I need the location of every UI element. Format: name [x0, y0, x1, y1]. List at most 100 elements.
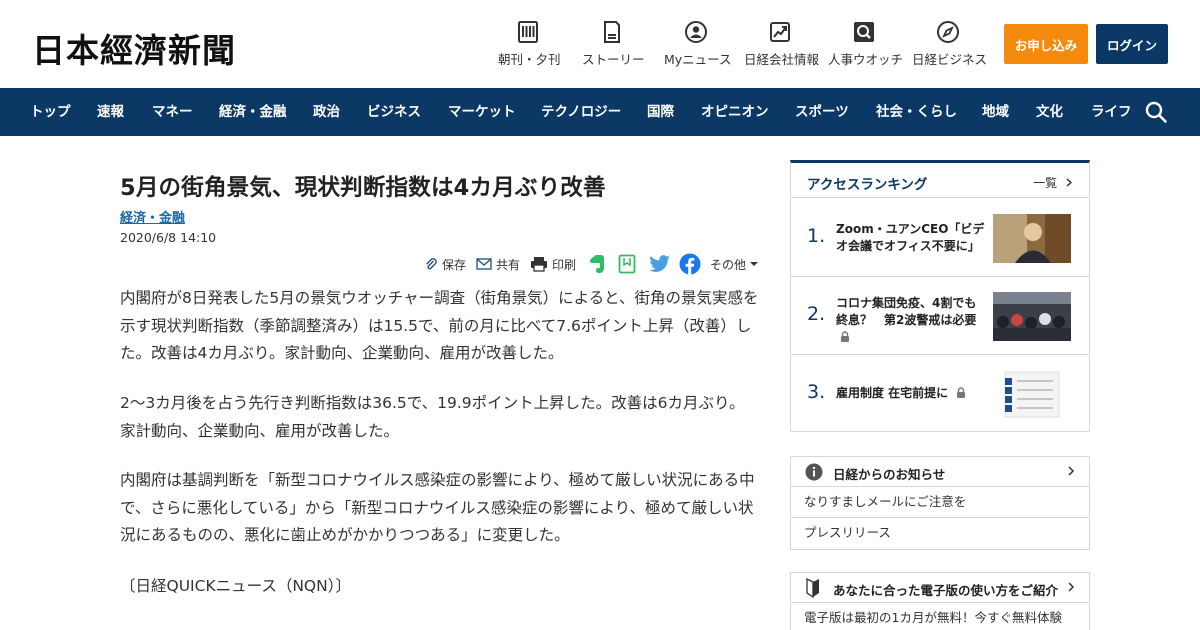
magnifier-person-icon: [854, 22, 874, 42]
service-morning-evening[interactable]: 朝刊・夕刊: [498, 20, 561, 70]
nav-item-opinion[interactable]: オピニオン: [701, 88, 769, 136]
ranking-number: 1.: [807, 225, 826, 247]
service-story[interactable]: ストーリー: [582, 20, 645, 70]
document-icon: [604, 21, 620, 43]
info-icon: [805, 463, 823, 481]
print-label: 印刷: [552, 257, 577, 272]
service-nikkei-business[interactable]: 日経ビジネス: [912, 20, 988, 70]
login-button[interactable]: ログイン: [1096, 24, 1168, 64]
nav-item-breaking[interactable]: 速報: [97, 88, 124, 136]
ranking-item[interactable]: 3. 雇用制度 在宅前提に: [791, 355, 1089, 433]
ranking-headline: 雇用制度 在宅前提に: [836, 385, 1006, 402]
mail-icon: [476, 258, 492, 270]
nav-item-top[interactable]: トップ: [30, 88, 71, 136]
nav-item-international[interactable]: 国際: [647, 88, 674, 136]
ranking-item[interactable]: 2. コロナ集団免疫、4割でも終息？ 第2波警戒は必要: [791, 277, 1089, 355]
user-icon: [685, 21, 707, 43]
ranking-number: 2.: [807, 303, 826, 325]
article-title: 5月の街角景気、現状判断指数は4カ月ぶり改善: [120, 175, 606, 201]
service-company-info[interactable]: 日経会社情報: [744, 20, 820, 70]
ranking-more-label: 一覧: [1033, 176, 1058, 190]
nav-item-economy[interactable]: 経済・金融: [219, 88, 287, 136]
nav-item-life[interactable]: ライフ: [1091, 88, 1132, 136]
more-share-button[interactable]: その他: [710, 254, 763, 274]
ranking-thumbnail: [993, 370, 1071, 419]
digital-guide-box: あなたに合った電子版の使い方をご紹介 電子版は最初の1カ月が無料！今すぐ無料体験: [790, 572, 1090, 630]
more-label: その他: [710, 257, 747, 272]
nikkei-notice-box: 日経からのお知らせ なりすましメールにご注意を プレスリリース: [790, 456, 1090, 550]
ranking-title: アクセスランキング: [807, 177, 928, 193]
ranking-number: 3.: [807, 381, 826, 403]
chevron-right-icon: [1068, 582, 1075, 592]
nav-item-politics[interactable]: 政治: [313, 88, 340, 136]
access-ranking: アクセスランキング 一覧 1. Zoom・ユアンCEO「ビデオ会議でオフィス不要…: [790, 160, 1090, 432]
twitter-button[interactable]: [649, 254, 675, 274]
search-icon[interactable]: [1144, 100, 1168, 124]
apply-button[interactable]: お申し込み: [1004, 24, 1088, 64]
notice-item[interactable]: なりすましメールにご注意を: [791, 487, 1089, 518]
nav-item-technology[interactable]: テクノロジー: [541, 88, 621, 136]
evernote-icon: [590, 255, 604, 273]
ranking-headline-text: 雇用制度 在宅前提に: [836, 386, 949, 400]
article-category-link[interactable]: 経済・金融: [120, 207, 185, 226]
site-logo[interactable]: 日本經濟新聞: [32, 24, 236, 72]
caret-down-icon: [750, 262, 759, 266]
service-label: 人事ウオッチ: [828, 52, 904, 67]
chevron-right-icon: [1068, 466, 1075, 476]
service-label: ストーリー: [582, 52, 645, 67]
notice-item[interactable]: プレスリリース: [791, 518, 1089, 549]
printer-icon: [531, 257, 547, 272]
bookmark-clip-icon: [618, 254, 636, 274]
share-label: 共有: [496, 257, 521, 272]
ranking-headline: Zoom・ユアンCEO「ビデオ会議でオフィス不要に」: [836, 222, 985, 253]
article-toolbar: 保存 共有 印刷 その他: [420, 250, 760, 278]
guide-item[interactable]: 電子版は最初の1カ月が無料！今すぐ無料体験: [791, 603, 1089, 630]
service-label: 日経ビジネス: [912, 52, 988, 67]
ranking-thumbnail: [993, 214, 1071, 263]
lock-icon: [841, 331, 849, 342]
article-source: 〔日経QUICKニュース（NQN）〕: [120, 577, 351, 595]
ranking-item[interactable]: 1. Zoom・ユアンCEO「ビデオ会議でオフィス不要に」: [791, 199, 1089, 277]
ranking-headline: コロナ集団免疫、4割でも終息？ 第2波警戒は必要: [836, 295, 986, 346]
ranking-more-link[interactable]: 一覧: [1033, 174, 1073, 191]
nav-item-sports[interactable]: スポーツ: [795, 88, 849, 136]
article-paragraph: 2～3カ月後を占う先行き判断指数は36.5で、19.9ポイント上昇した。改善は6…: [120, 394, 745, 440]
site-header: 日本經濟新聞 朝刊・夕刊 ストーリー Myニュース 日経会社情報 人事ウオッチ …: [0, 0, 1200, 88]
lock-icon: [957, 387, 966, 398]
share-button[interactable]: 共有: [476, 254, 520, 274]
ranking-header: アクセスランキング 一覧: [791, 163, 1089, 198]
ranking-thumbnail: [993, 292, 1071, 341]
main-nav: トップ 速報 マネー 経済・金融 政治 ビジネス マーケット テクノロジー 国際…: [0, 88, 1200, 136]
stock-chart-icon: [770, 22, 790, 42]
nav-item-society[interactable]: 社会・くらし: [876, 88, 957, 136]
guide-title: あなたに合った電子版の使い方をご紹介: [833, 583, 1059, 598]
service-personnel-watch[interactable]: 人事ウオッチ: [828, 20, 904, 70]
facebook-icon: [679, 253, 701, 275]
service-label: 日経会社情報: [744, 52, 820, 67]
guide-header[interactable]: あなたに合った電子版の使い方をご紹介: [791, 573, 1089, 603]
service-label: 朝刊・夕刊: [498, 52, 561, 67]
beginner-mark-icon: [806, 578, 819, 598]
nav-item-business[interactable]: ビジネス: [367, 88, 421, 136]
service-label: Myニュース: [664, 52, 732, 67]
newspaper-icon: [518, 21, 538, 43]
save-label: 保存: [442, 257, 467, 272]
service-my-news[interactable]: Myニュース: [664, 20, 732, 70]
clip-button[interactable]: [618, 254, 640, 274]
save-button[interactable]: 保存: [424, 254, 466, 274]
facebook-button[interactable]: [679, 253, 705, 275]
nav-item-money[interactable]: マネー: [152, 88, 193, 136]
compass-icon: [937, 21, 959, 43]
print-button[interactable]: 印刷: [530, 254, 576, 274]
chevron-right-icon: [1066, 178, 1073, 187]
notice-header[interactable]: 日経からのお知らせ: [791, 457, 1089, 487]
evernote-button[interactable]: [588, 254, 610, 274]
nav-item-market[interactable]: マーケット: [448, 88, 516, 136]
nav-item-region[interactable]: 地域: [982, 88, 1009, 136]
article-date: 2020/6/8 14:10: [120, 230, 217, 245]
ranking-headline-text: コロナ集団免疫、4割でも終息？ 第2波警戒は必要: [836, 296, 977, 327]
paperclip-icon: [426, 258, 437, 270]
article-paragraph: 内閣府が8日発表した5月の景気ウオッチャー調査（街角景気）によると、街角の景気実…: [120, 289, 759, 362]
twitter-icon: [649, 255, 670, 272]
nav-item-culture[interactable]: 文化: [1036, 88, 1063, 136]
